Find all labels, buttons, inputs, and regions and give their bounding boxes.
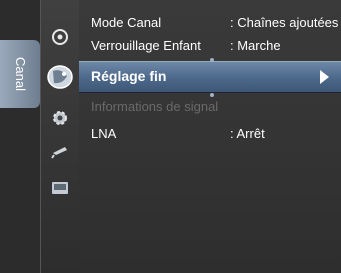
submenu-arrow-icon xyxy=(320,70,329,84)
menu-item-lna[interactable]: LNA : Arrêt xyxy=(79,123,341,146)
menu-item-value: : Arrêt xyxy=(230,126,265,141)
channel-icon[interactable] xyxy=(45,62,75,92)
menu-panel: Mode Canal : Chaînes ajoutées Verrouilla… xyxy=(79,0,341,273)
menu-item-mode-canal[interactable]: Mode Canal : Chaînes ajoutées xyxy=(79,12,341,35)
menu-item-label: Réglage fin xyxy=(91,68,167,84)
category-tab-label: Canal xyxy=(13,57,28,91)
tv-osd-menu: Canal Mode Canal : Chaînes ajoutées Verr… xyxy=(0,0,341,273)
menu-item-label: Verrouillage Enfant xyxy=(91,38,201,53)
input-icon[interactable] xyxy=(50,141,70,161)
category-icon-column xyxy=(40,0,80,273)
menu-item-label: Informations de signal xyxy=(91,99,219,114)
setup-icon[interactable] xyxy=(50,108,70,128)
application-icon[interactable] xyxy=(50,178,70,198)
menu-item-informations-signal[interactable]: Informations de signal xyxy=(79,96,341,119)
menu-category-tab: Canal xyxy=(0,0,40,273)
menu-item-label: LNA xyxy=(91,126,117,141)
menu-item-reglage-fin[interactable]: Réglage fin xyxy=(79,61,341,93)
menu-item-verrouillage-enfant[interactable]: Verrouillage Enfant : Marche xyxy=(79,35,341,58)
picture-icon[interactable] xyxy=(50,27,70,47)
menu-item-value: : Chaînes ajoutées xyxy=(230,15,339,30)
menu-item-value: : Marche xyxy=(230,38,281,53)
menu-item-label: Mode Canal xyxy=(91,15,162,30)
